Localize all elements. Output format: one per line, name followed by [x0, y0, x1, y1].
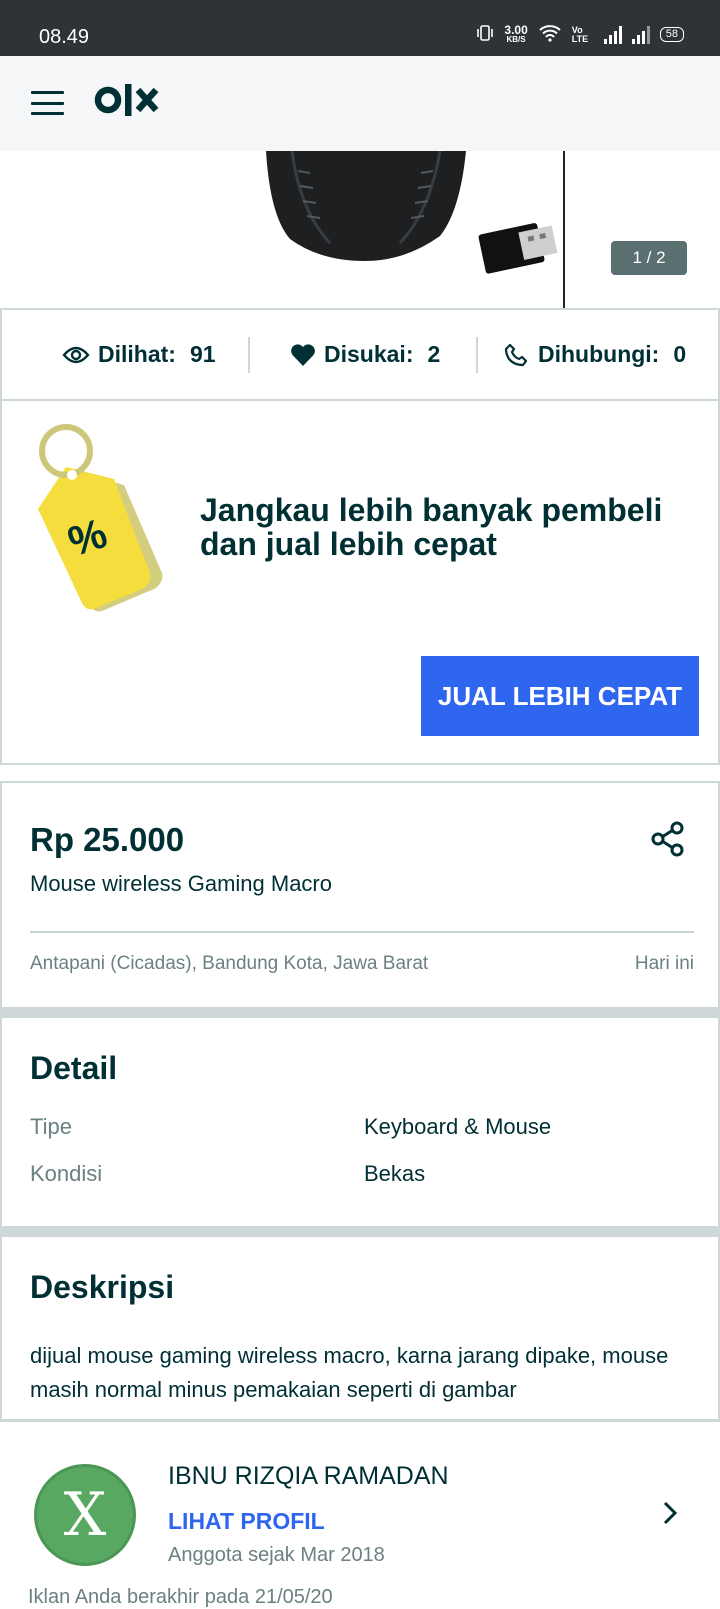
likes-label: Disukai: [324, 341, 414, 367]
description-heading: Deskripsi [30, 1269, 175, 1305]
seller-name: IBNU RIZQIA RAMADAN [168, 1462, 449, 1490]
contacts-label: Dihubungi: [538, 341, 660, 367]
listing-card: Rp 25.000 Mouse wireless Gaming Macro An… [0, 781, 720, 1009]
ad-expiry-text: Iklan Anda berakhir pada 21/05/20 [28, 1586, 333, 1608]
listing-date: Hari ini [634, 953, 694, 974]
signal-icon-2 [631, 25, 650, 44]
likes-value: 2 [427, 341, 441, 367]
views-label: Dilihat: [98, 341, 176, 367]
promo-card: % Jangkau lebih banyak pembeli dan jual … [0, 401, 720, 765]
description-text: dijual mouse gaming wireless macro, karn… [30, 1343, 669, 1402]
phone-icon [504, 343, 528, 366]
status-bar: 08.49 3.00 KB/S Vo LTE 58 [0, 0, 720, 56]
section-gap [0, 1226, 720, 1235]
section-gap [0, 1007, 720, 1016]
detail-key: Kondisi [30, 1161, 103, 1186]
status-time: 08.49 [39, 26, 90, 48]
app-bar [0, 56, 720, 151]
description-card: Deskripsi dijual mouse gaming wireless m… [0, 1235, 720, 1421]
eye-icon [62, 346, 90, 363]
member-since: Anggota sejak Mar 2018 [168, 1544, 385, 1566]
net-speed-value: 3.00 [504, 22, 528, 37]
detail-card: Detail Tipe Keyboard & Mouse Kondisi Bek… [0, 1016, 720, 1228]
contacts-value: 0 [673, 341, 687, 367]
product-image [266, 151, 558, 274]
likes-stat: Disukai: 2 [290, 341, 440, 368]
stats-bar: Dilihat: 91 Disukai: 2 Dihubungi: 0 [0, 308, 720, 401]
gallery-divider [563, 151, 565, 308]
status-icons: 3.00 KB/S Vo LTE 58 [476, 24, 684, 45]
avatar[interactable]: X [34, 1464, 136, 1566]
detail-heading: Detail [30, 1050, 118, 1086]
views-value: 91 [189, 341, 216, 367]
share-icon[interactable] [650, 821, 686, 862]
view-profile-link[interactable]: LIHAT PROFIL [168, 1508, 325, 1535]
chevron-right-icon[interactable] [662, 1500, 678, 1531]
olx-logo[interactable] [94, 82, 160, 123]
detail-value: Keyboard & Mouse [364, 1114, 552, 1139]
stats-divider [476, 336, 478, 373]
detail-row: Kondisi Bekas [30, 1161, 710, 1191]
contacts-stat: Dihubungi: 0 [504, 341, 686, 368]
image-counter: 1 / 2 [611, 241, 687, 275]
listing-location: Antapani (Cicadas), Bandung Kota, Jawa B… [30, 953, 429, 974]
net-speed-unit: KB/S [506, 34, 526, 44]
vibrate-icon [476, 24, 494, 45]
listing-title: Mouse wireless Gaming Macro [30, 871, 332, 896]
volte-badge: Vo LTE [571, 24, 589, 44]
views-stat: Dilihat: 91 [62, 341, 216, 368]
battery-icon: 58 [659, 27, 684, 42]
stats-divider [248, 336, 250, 373]
wifi-icon [538, 24, 562, 45]
seller-section[interactable]: X IBNU RIZQIA RAMADAN LIHAT PROFIL Anggo… [0, 1422, 720, 1608]
signal-icon-1 [603, 25, 622, 44]
listing-price: Rp 25.000 [30, 821, 185, 858]
hamburger-icon[interactable] [31, 91, 64, 115]
promo-title: Jangkau lebih banyak pembeli dan jual le… [200, 492, 663, 562]
heart-icon [291, 343, 315, 366]
image-gallery[interactable]: 1 / 2 [0, 151, 720, 308]
detail-value: Bekas [364, 1161, 426, 1186]
divider [30, 931, 694, 933]
detail-row: Tipe Keyboard & Mouse [30, 1114, 710, 1144]
price-tag-icon: % [38, 424, 163, 612]
detail-key: Tipe [30, 1114, 72, 1139]
net-speed: 3.00 KB/S [504, 22, 528, 45]
sell-faster-button[interactable]: JUAL LEBIH CEPAT [421, 656, 699, 736]
